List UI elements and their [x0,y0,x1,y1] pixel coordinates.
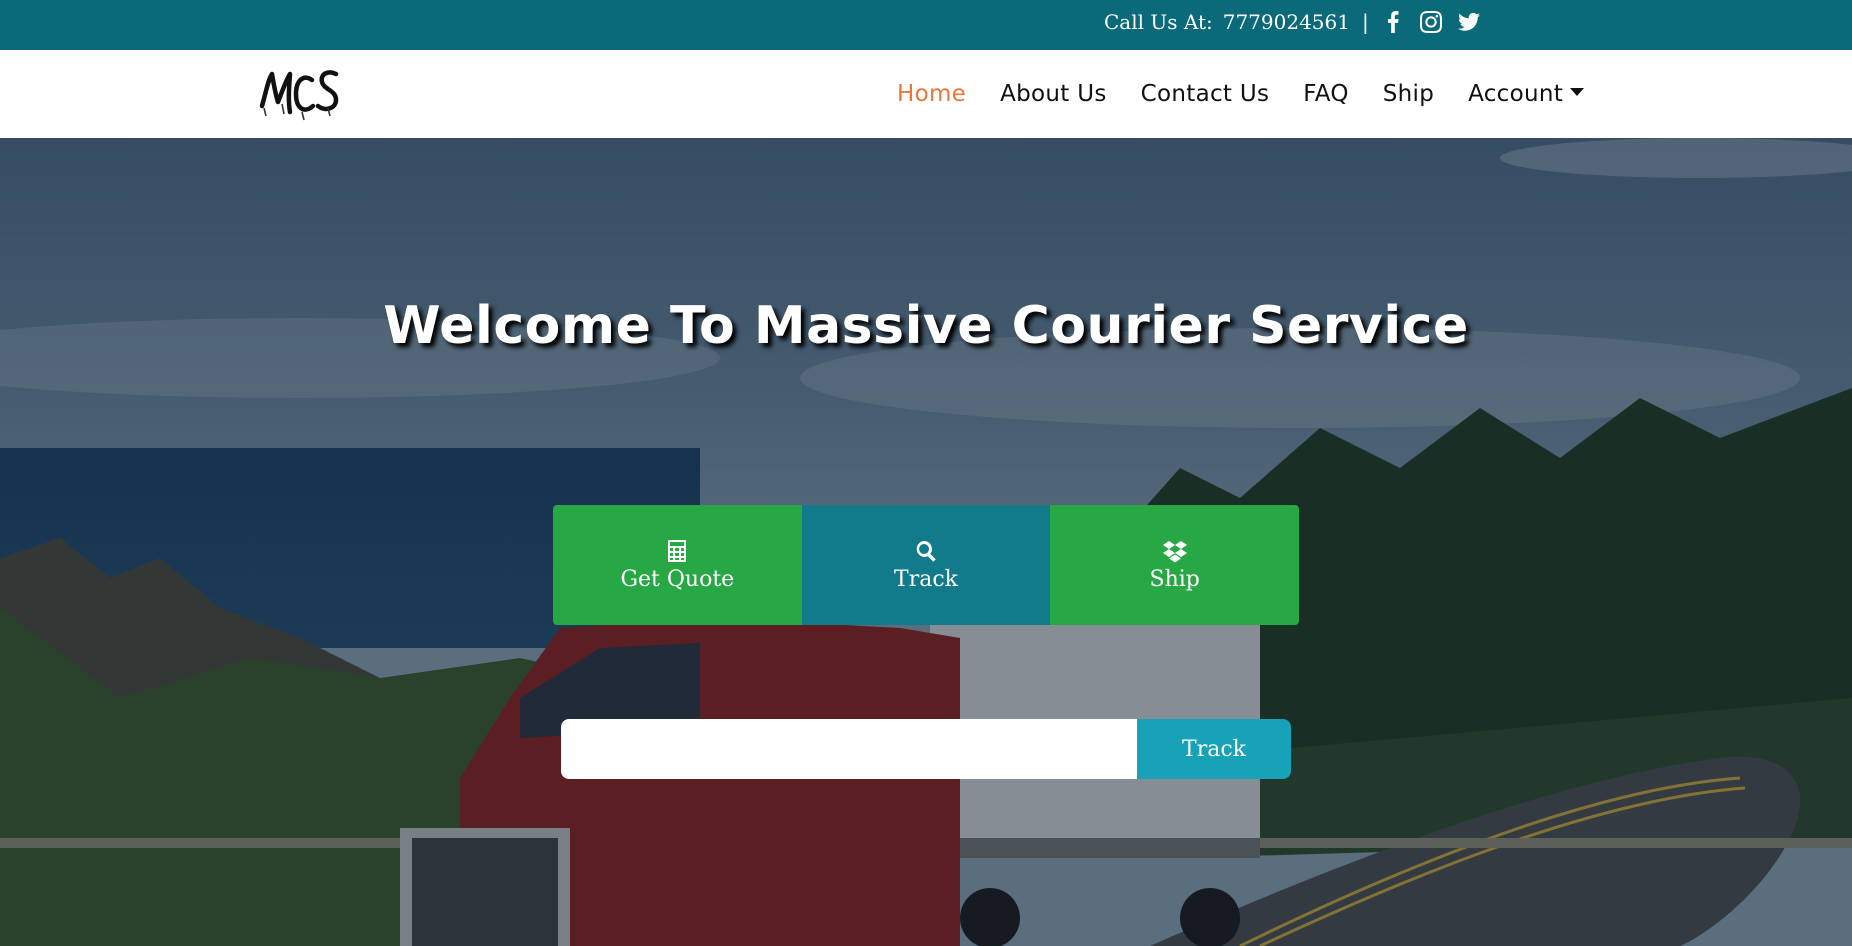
nav-contact-us[interactable]: Contact Us [1141,81,1270,107]
tracking-number-input[interactable] [561,719,1137,779]
track-form: Track [561,719,1291,779]
top-bar: Call Us At: 7779024561 | [0,0,1852,50]
search-icon [914,539,938,563]
nav-account[interactable]: Account [1468,81,1585,107]
instagram-icon[interactable] [1419,10,1443,34]
nav-faq[interactable]: FAQ [1303,81,1348,107]
hero-title: Welcome To Massive Courier Service [383,296,1469,356]
service-tabs: Get Quote Track Ship [553,505,1299,625]
caret-down-icon [1570,88,1585,96]
calculator-icon [665,539,689,563]
track-button[interactable]: Track [1137,719,1291,779]
ship-tab[interactable]: Ship [1050,505,1299,625]
nav-home[interactable]: Home [897,81,966,107]
brand-logo[interactable] [258,66,342,124]
call-label: Call Us At: [1104,10,1213,34]
twitter-icon[interactable] [1457,10,1481,34]
ship-tab-label: Ship [1149,566,1200,592]
track-tab-label: Track [894,566,958,592]
dropbox-icon [1162,539,1187,563]
facebook-icon[interactable] [1381,10,1405,34]
nav-account-label: Account [1468,81,1564,107]
phone-number[interactable]: 7779024561 [1223,10,1350,34]
get-quote-tab[interactable]: Get Quote [553,505,802,625]
nav-about-us[interactable]: About Us [1000,81,1107,107]
nav-ship[interactable]: Ship [1383,81,1434,107]
separator: | [1361,10,1369,34]
nav-menu: Home About Us Contact Us FAQ Ship Accoun… [880,50,1601,138]
track-tab[interactable]: Track [801,505,1051,625]
get-quote-label: Get Quote [620,566,735,592]
main-navbar: Home About Us Contact Us FAQ Ship Accoun… [0,50,1852,138]
contact-info: Call Us At: 7779024561 | [1104,0,1495,44]
hero-section: Welcome To Massive Courier Service Get Q… [0,138,1852,946]
